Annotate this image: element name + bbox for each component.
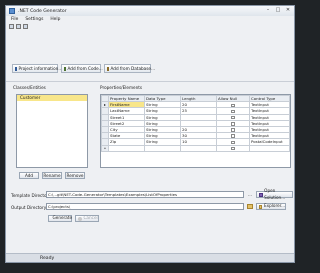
empty-cell[interactable] [249,144,290,152]
add-from-code-button[interactable]: Add from Code... [61,64,103,73]
close-icon[interactable]: ✕ [284,7,292,14]
template-directory-label: Template Directory [11,193,51,198]
window-title: .NET Code Generator [18,8,67,14]
maximize-icon[interactable]: □ [274,7,282,14]
database-icon [107,66,109,71]
allow-null-checkbox[interactable] [231,109,235,114]
open-solution-button[interactable]: Open Solution... [256,188,293,200]
cancel-button[interactable]: Cancel [75,215,99,222]
explorer-button[interactable]: Explorer... [256,203,286,210]
allow-null-checkbox[interactable] [231,115,235,120]
empty-cell[interactable] [108,144,145,152]
menu-file[interactable]: File [11,17,18,22]
menu-settings[interactable]: Settings [25,17,43,22]
allow-null-checkbox[interactable] [231,146,235,151]
minimize-icon[interactable]: – [264,7,272,14]
project-information-button[interactable]: Project information... [12,64,62,73]
menu-bar: File Settings Help [6,16,294,23]
title-bar: .NET Code Generator – □ ✕ [6,6,294,16]
output-directory-label: Output Directory [11,205,47,210]
empty-cell[interactable] [180,144,217,152]
project-icon [15,66,17,71]
status-text: Ready [40,255,55,261]
classes-label: Classes/Entities [13,85,46,90]
app-icon [9,8,15,14]
allow-null-checkbox[interactable] [231,122,235,126]
allow-null-checkbox[interactable] [231,140,235,144]
menu-help[interactable]: Help [50,17,60,22]
new-file-icon[interactable] [9,24,14,29]
add-code-icon [64,66,66,71]
properties-label: Properties/Elements [100,85,143,90]
browse-output-folder-icon[interactable] [247,204,253,209]
app-window: .NET Code Generator – □ ✕ File Settings … [5,5,295,263]
folder-icon [259,204,263,209]
open-folder-icon[interactable] [16,24,21,29]
remove-class-button[interactable]: Remove [65,172,85,179]
solution-icon [259,192,263,197]
properties-grid[interactable]: Property Name Data Type Length Allow Nul… [100,94,291,168]
allow-null-cell[interactable] [216,144,250,152]
generate-button[interactable]: Generate [48,215,72,222]
classes-list[interactable]: Customer [16,94,88,168]
list-item-customer[interactable]: Customer [17,95,87,101]
quick-access-bar [9,23,28,30]
status-bar: Ready [6,253,294,262]
rename-class-button[interactable]: Rename [42,172,62,179]
empty-cell[interactable] [144,144,181,152]
new-row-indicator: * [101,144,109,152]
save-icon[interactable] [23,24,28,29]
allow-null-checkbox[interactable] [231,128,235,132]
toolbar-separator [6,81,294,82]
column-header[interactable]: Property Name [108,94,145,103]
allow-null-checkbox[interactable] [231,103,235,107]
new-row[interactable]: * [101,144,290,152]
output-directory-input[interactable]: C:\projects\ [46,203,244,210]
add-from-database-button[interactable]: Add from Database... [104,64,155,73]
browse-template-button[interactable]: … [247,192,253,197]
add-class-button[interactable]: Add [19,172,39,179]
allow-null-checkbox[interactable] [231,134,235,138]
cancel-icon [78,216,82,221]
template-directory-input[interactable]: C:\...git\NET-Code-Generator\Templates\E… [46,191,244,198]
